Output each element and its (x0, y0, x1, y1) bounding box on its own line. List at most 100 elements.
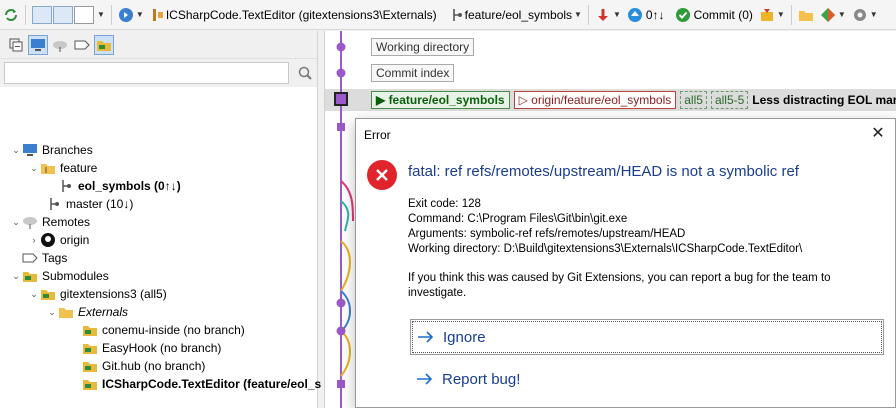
chevron-down-icon[interactable]: ⌄ (28, 289, 40, 300)
search-input[interactable] (4, 62, 289, 84)
submodule-folder-icon (82, 340, 98, 356)
git-bash-button[interactable]: ▼ (817, 4, 849, 26)
check-icon (675, 7, 691, 23)
toolbar-separator (25, 4, 26, 25)
tag-icon (22, 250, 38, 266)
revision-row-commit-index[interactable]: Commit index (371, 63, 455, 83)
chevron-down-icon: ▼ (135, 10, 144, 19)
show-branches-button[interactable] (28, 34, 48, 55)
report-bug-button[interactable]: Report bug! (410, 361, 884, 397)
tree-item-origin[interactable]: › origin (28, 231, 89, 249)
submodule-folder-icon (40, 286, 56, 302)
open-folder-button[interactable] (795, 4, 817, 26)
tree-item-label: origin (60, 233, 90, 247)
tree-item-label: Remotes (42, 215, 91, 229)
tree-item-conemu-inside[interactable]: conemu-inside (no branch) (82, 321, 245, 339)
chevron-down-icon: ▼ (869, 10, 878, 19)
tree-item-label: ICSharpCode.TextEditor (feature/eol_s (102, 377, 322, 391)
pull-button[interactable]: ▼ (592, 4, 624, 26)
git-icon (820, 7, 836, 23)
tree-item-label: conemu-inside (no branch) (102, 323, 245, 337)
push-icon (627, 7, 643, 23)
tree-item-label: Branches (42, 143, 93, 157)
show-remotes-button[interactable] (50, 35, 70, 55)
submodule-folder-icon (82, 322, 98, 338)
folder-icon (798, 7, 814, 23)
sidebar-toolbar (0, 31, 317, 59)
navigate-button[interactable]: ▼ (115, 4, 147, 26)
ignore-button[interactable]: Ignore (410, 319, 884, 355)
tree-item-label: Git.hub (no branch) (102, 359, 206, 373)
cloud-icon (22, 214, 38, 230)
error-message: fatal: ref refs/remotes/upstream/HEAD is… (408, 163, 799, 180)
tree-item-label: Externals (78, 305, 129, 319)
arrow-right-icon (417, 330, 435, 344)
working-directory-label: Working directory (371, 38, 475, 56)
tree-item-feature[interactable]: ⌄ feature (28, 159, 97, 177)
command-text: Command: C:\Program Files\Git\bin\git.ex… (408, 213, 628, 225)
chevron-down-icon[interactable]: ⌄ (10, 217, 22, 228)
search-icon[interactable] (297, 65, 313, 81)
chevron-down-icon[interactable]: ⌄ (46, 307, 58, 318)
chevron-down-icon[interactable]: ⌄ (28, 163, 40, 174)
tree-item-master[interactable]: master (10↓) (46, 195, 133, 213)
tree-item-gitextensions3[interactable]: ⌄ gitextensions3 (all5) (28, 285, 167, 303)
tag-ref: all5-5 (710, 91, 749, 109)
collapse-all-button[interactable] (6, 35, 26, 55)
tree-item-easyhook[interactable]: EasyHook (no branch) (82, 339, 221, 357)
chevron-down-icon[interactable]: ⌄ (10, 271, 22, 282)
commit-button[interactable]: Commit (0) (672, 4, 756, 26)
show-tags-button[interactable] (72, 35, 92, 55)
report-note: If you think this was caused by Git Exte… (408, 272, 831, 299)
arrow-right-icon (416, 372, 434, 386)
commit-message: Less distracting EOL mark (752, 93, 896, 107)
repository-icon (150, 7, 166, 23)
sidebar-search (0, 59, 317, 87)
chevron-down-icon[interactable]: ▼ (97, 10, 105, 19)
chevron-right-icon[interactable]: › (28, 235, 40, 245)
layout-horizontal-icon[interactable] (74, 5, 94, 24)
tree-item-label: EasyHook (no branch) (102, 341, 222, 355)
branch-icon (46, 196, 62, 212)
settings-button[interactable]: ▼ (849, 4, 881, 26)
gear-icon (852, 7, 868, 23)
chevron-down-icon[interactable]: ⌄ (10, 145, 22, 156)
repository-selector[interactable]: ICSharpCode.TextEditor (gitextensions3\E… (147, 4, 440, 26)
layout-single-icon[interactable] (32, 5, 52, 24)
tree-item-branches[interactable]: ⌄ Branches (10, 141, 93, 159)
show-submodules-button[interactable] (94, 34, 114, 55)
refresh-button[interactable] (0, 4, 22, 26)
branch-selector[interactable]: feature/eol_symbols ▼ (446, 4, 585, 26)
tree-item-label: feature (60, 161, 98, 175)
chevron-down-icon: ▼ (612, 10, 621, 19)
close-button[interactable]: ✕ (869, 125, 887, 143)
tree-item-externals[interactable]: ⌄ Externals (46, 303, 128, 321)
toolbar-separator (790, 4, 792, 25)
tree-item-label: gitextensions3 (all5) (60, 287, 167, 301)
repository-sidebar: ⌄ Branches ⌄ feature eol_symbols (0↑↓) m… (0, 31, 321, 408)
tag-ref: all5 (680, 91, 707, 109)
tree-item-eol-symbols[interactable]: eol_symbols (0↑↓) (58, 177, 181, 195)
push-button[interactable]: 0↑↓ (624, 4, 668, 26)
tag-icon (74, 37, 90, 53)
main-toolbar: ▼ ▼ ICSharpCode.TextEditor (gitextension… (0, 0, 896, 30)
tree-item-git-hub[interactable]: Git.hub (no branch) (82, 357, 205, 375)
revision-row-head[interactable]: ▶ feature/eol_symbols ▷ origin/feature/e… (371, 90, 896, 110)
exit-code-text: Exit code: 128 (408, 198, 481, 210)
commit-index-label: Commit index (371, 64, 455, 82)
tree-item-label: Tags (42, 251, 68, 265)
tree-item-tags[interactable]: Tags (22, 249, 67, 267)
push-count: 0↑↓ (645, 7, 665, 22)
stash-button[interactable]: ▼ (756, 4, 788, 26)
revision-row-working-directory[interactable]: Working directory (371, 37, 475, 57)
refresh-icon (3, 7, 19, 23)
tree-item-remotes[interactable]: ⌄ Remotes (10, 213, 90, 231)
branch-icon (58, 178, 74, 194)
error-details: Exit code: 128 Command: C:\Program Files… (408, 197, 802, 257)
arguments-text: Arguments: symbolic-ref refs/remotes/ups… (408, 228, 686, 240)
tree-item-icsharpcode-texteditor[interactable]: ICSharpCode.TextEditor (feature/eol_s (82, 375, 321, 393)
layout-split-icon[interactable] (53, 5, 73, 24)
tree-item-submodules[interactable]: ⌄ Submodules (10, 267, 109, 285)
report-bug-label: Report bug! (442, 370, 521, 388)
remote-branch-label: origin/feature/eol_symbols (531, 93, 672, 107)
